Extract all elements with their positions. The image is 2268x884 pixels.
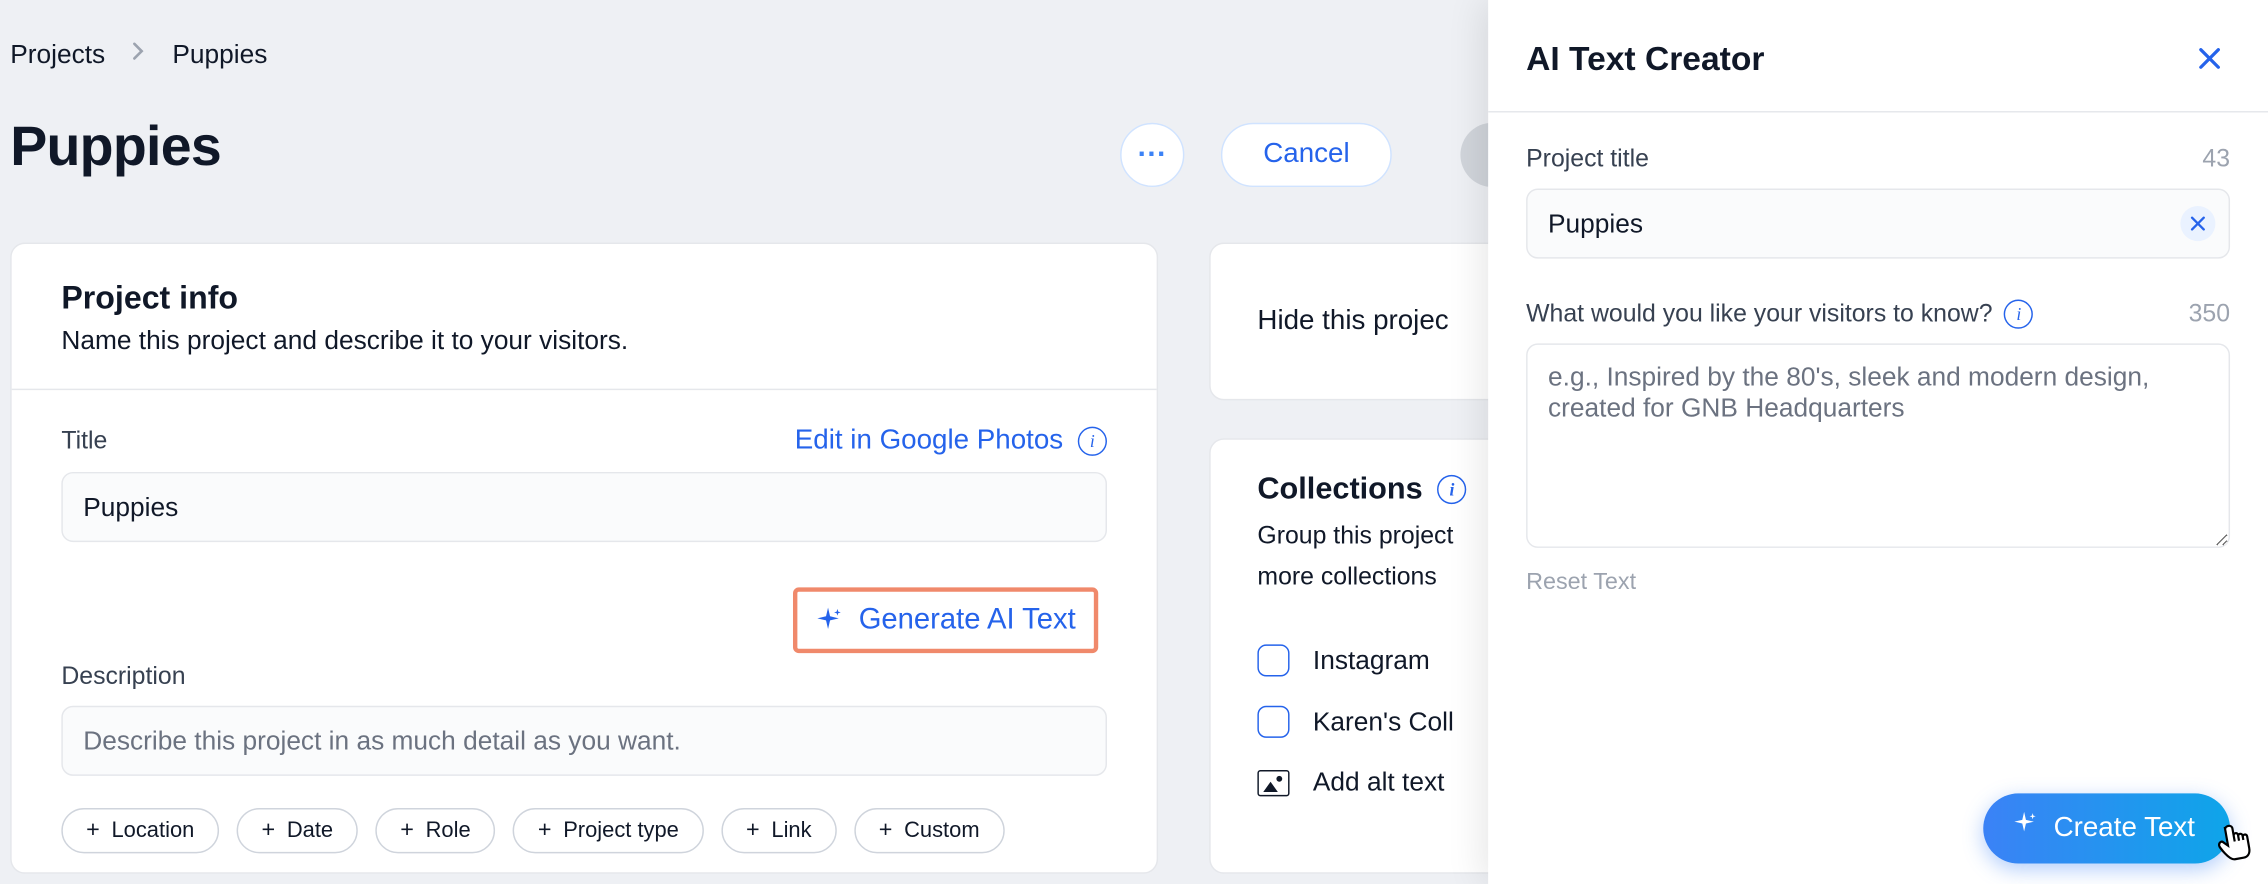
reset-text-link[interactable]: Reset Text: [1526, 570, 1636, 596]
chip-label: Date: [287, 818, 333, 843]
info-icon[interactable]: i: [2004, 300, 2033, 329]
chip-project-type[interactable]: + Project type: [513, 808, 704, 853]
plus-icon: +: [879, 819, 893, 842]
chip-label: Role: [426, 818, 471, 843]
cancel-button[interactable]: Cancel: [1221, 123, 1392, 187]
info-icon[interactable]: i: [1078, 427, 1107, 456]
chip-label: Link: [771, 818, 811, 843]
chevron-right-icon: [131, 41, 146, 69]
panel-project-title-label: Project title: [1526, 145, 1649, 174]
info-icon[interactable]: i: [1437, 475, 1466, 504]
edit-google-photos-link[interactable]: Edit in Google Photos i: [795, 425, 1107, 457]
description-label: Description: [61, 662, 1107, 691]
panel-prompt-count: 350: [2189, 300, 2230, 329]
chip-link[interactable]: + Link: [721, 808, 836, 853]
chip-date[interactable]: + Date: [237, 808, 358, 853]
collection-label: Karen's Coll: [1313, 707, 1454, 738]
edit-google-photos-text: Edit in Google Photos: [795, 425, 1063, 457]
close-icon[interactable]: [2189, 38, 2230, 79]
page-title: Puppies: [10, 117, 221, 180]
collection-label: Instagram: [1313, 645, 1430, 676]
clear-input-icon[interactable]: [2180, 206, 2215, 241]
panel-project-title-input[interactable]: [1526, 188, 2230, 258]
plus-icon: +: [262, 819, 276, 842]
generate-ai-text-button[interactable]: Generate AI Text: [793, 587, 1098, 653]
panel-prompt-label: What would you like your visitors to kno…: [1526, 300, 2033, 329]
chip-custom[interactable]: + Custom: [854, 808, 1004, 853]
plus-icon: +: [86, 819, 100, 842]
project-info-heading: Project info: [61, 279, 1107, 317]
chip-label: Project type: [563, 818, 679, 843]
panel-title: AI Text Creator: [1526, 39, 1764, 78]
breadcrumb-current[interactable]: Puppies: [172, 39, 267, 70]
create-text-label: Create Text: [2054, 812, 2195, 844]
project-info-card: Project info Name this project and descr…: [10, 243, 1158, 874]
collections-heading: Collections i: [1257, 472, 1466, 507]
chip-location[interactable]: + Location: [61, 808, 219, 853]
sparkle-icon: [812, 604, 844, 636]
checkbox-icon[interactable]: [1257, 706, 1289, 738]
project-info-subheading: Name this project and describe it to you…: [61, 326, 1107, 357]
panel-prompt-textarea[interactable]: [1526, 343, 2230, 548]
title-label: Title: [61, 427, 107, 456]
create-text-button[interactable]: Create Text: [1983, 793, 2230, 863]
panel-project-title-count: 43: [2202, 145, 2230, 174]
breadcrumb-root[interactable]: Projects: [10, 39, 105, 70]
hide-project-text: Hide this projec: [1257, 305, 1448, 336]
generate-ai-text-label: Generate AI Text: [859, 603, 1076, 637]
description-input[interactable]: [61, 706, 1107, 776]
chip-role[interactable]: + Role: [375, 808, 495, 853]
project-title-input[interactable]: [61, 472, 1107, 542]
breadcrumb: Projects Puppies: [10, 39, 267, 70]
image-icon: [1257, 769, 1289, 795]
ai-text-creator-panel: AI Text Creator Project title 43 What wo…: [1488, 0, 2268, 884]
alt-text-label: Add alt text: [1313, 767, 1445, 798]
metadata-chips: + Location + Date + Role + Project type + Lin…: [61, 808, 1107, 853]
sparkle-icon: [2010, 809, 2039, 847]
plus-icon: +: [538, 819, 552, 842]
plus-icon: +: [746, 819, 760, 842]
checkbox-icon[interactable]: [1257, 645, 1289, 677]
collections-heading-text: Collections: [1257, 472, 1422, 507]
more-actions-button[interactable]: ···: [1120, 123, 1184, 187]
chip-label: Custom: [904, 818, 979, 843]
plus-icon: +: [400, 819, 414, 842]
chip-label: Location: [111, 818, 194, 843]
